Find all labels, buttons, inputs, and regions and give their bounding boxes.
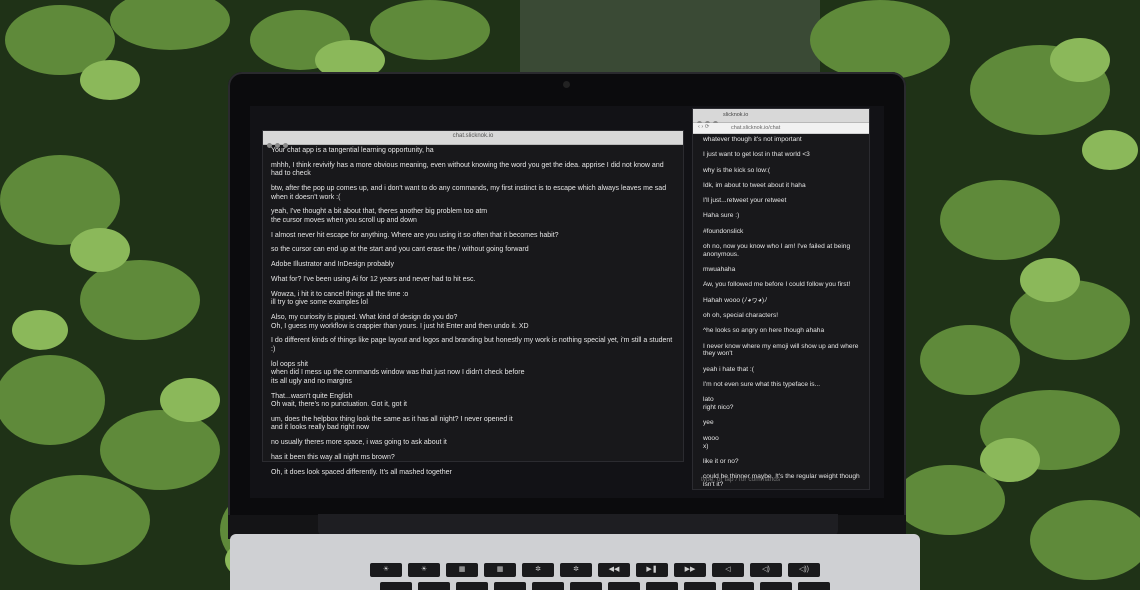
window-titlebar: slicknok.io <box>693 109 869 126</box>
chat-message: Aw, you followed me before I could follo… <box>703 281 851 289</box>
chat-message: has it been this way all night ms brown? <box>271 453 395 461</box>
chat-message: What for? I've been using Ai for 12 year… <box>271 276 476 284</box>
laptop-screen: chat.slicknok.io Your chat app is a tang… <box>250 106 884 498</box>
chat-message: yeah, I've thought a bit about that, the… <box>271 208 488 224</box>
key[interactable] <box>798 582 830 590</box>
key[interactable]: ▦ <box>446 563 478 577</box>
message-list: Your chat app is a tangential learning o… <box>263 145 683 477</box>
url-text[interactable]: chat.slicknok.io/chat <box>731 125 780 131</box>
chat-message: Hahah wooo (ﾉ◕ヮ◕)ﾉ <box>703 296 768 304</box>
key[interactable]: ▶▶ <box>674 563 706 577</box>
chat-window-left: chat.slicknok.io Your chat app is a tang… <box>262 130 684 476</box>
key[interactable] <box>532 582 564 590</box>
chat-message: why is the kick so low:( <box>703 166 771 174</box>
photo-scene: chat.slicknok.io Your chat app is a tang… <box>0 0 1140 590</box>
key[interactable]: ◁) <box>750 563 782 577</box>
webcam <box>563 81 570 88</box>
key[interactable] <box>494 582 526 590</box>
key[interactable] <box>380 582 412 590</box>
chat-message: I'll just...retweet your retweet <box>703 197 787 205</box>
chat-message: Your chat app is a tangential learning o… <box>271 147 434 154</box>
message-list: whatever though it's not important I jus… <box>693 134 869 489</box>
back-forward-icon[interactable]: ‹ › ⟳ <box>698 124 709 130</box>
key[interactable]: ☀ <box>408 563 440 577</box>
key[interactable] <box>570 582 602 590</box>
key[interactable] <box>646 582 678 590</box>
laptop-hinge <box>318 514 838 536</box>
chat-message: no usually theres more space, i was goin… <box>271 439 447 447</box>
browser-tab[interactable]: slicknok.io <box>723 112 748 118</box>
key[interactable]: ✲ <box>560 563 592 577</box>
chat-message: wooo x) <box>703 434 719 450</box>
chat-message: Wowza, i hit it to cancel things all the… <box>271 290 409 307</box>
key[interactable]: ✲ <box>522 563 554 577</box>
key[interactable] <box>722 582 754 590</box>
chat-message: ^he looks so angry on here though ahaha <box>703 327 825 335</box>
window-title: chat.slicknok.io <box>452 133 494 139</box>
chat-message: I do different kinds of things like page… <box>271 337 673 353</box>
chat-message: Also, my curiosity is piqued. What kind … <box>271 314 529 330</box>
chat-message: oh no, now you know who I am! I've faile… <box>703 243 851 258</box>
laptop-lid: chat.slicknok.io Your chat app is a tang… <box>228 72 906 522</box>
address-bar[interactable]: ‹ › ⟳ chat.slicknok.io/chat <box>693 123 869 134</box>
key[interactable] <box>456 582 488 590</box>
chat-message: I never know where my emoji will show up… <box>703 342 859 358</box>
chat-message: like it or no? <box>703 457 739 465</box>
chat-message: I just want to get lost in that world <3 <box>703 151 810 159</box>
key[interactable]: ◁)) <box>788 563 820 577</box>
key[interactable] <box>684 582 716 590</box>
chat-message: Oh, it does look spaced differently. It'… <box>271 468 452 476</box>
keyboard-number-row <box>380 582 840 590</box>
chat-message: Adobe Illustrator and InDesign probably <box>271 261 394 269</box>
chat-message: Idk, im about to tweet about it haha <box>703 181 806 189</box>
chat-message: btw, after the pop up comes up, and i do… <box>271 185 667 201</box>
chat-message: That...wasn't quite English Oh wait, the… <box>271 392 407 409</box>
chat-message: oh oh, special characters! <box>703 312 779 320</box>
chat-message: so the cursor can end up at the start an… <box>271 246 529 254</box>
keyboard-function-row: ☀ ☀ ▦ ▦ ✲ ✲ ◀◀ ▶❚ ▶▶ ◁ ◁) ◁)) <box>370 563 840 581</box>
chat-message: whatever though it's not important <box>703 136 802 143</box>
chat-input[interactable]: type, or tap / for commands <box>701 476 780 483</box>
chat-message: mwuahaha <box>703 266 736 274</box>
chat-message: um, does the helpbox thing look the same… <box>271 415 513 432</box>
chat-message: #foundonslick <box>703 227 744 235</box>
chat-message: mhhh, I think revivify has a more obviou… <box>271 161 664 178</box>
chat-message: Haha sure :) <box>703 212 740 220</box>
chat-message: lato right nico? <box>703 396 734 412</box>
chat-message: yeah i hate that :( <box>703 365 754 373</box>
key[interactable]: ◁ <box>712 563 744 577</box>
key[interactable] <box>760 582 792 590</box>
window-titlebar: chat.slicknok.io <box>263 131 683 148</box>
key[interactable]: ▶❚ <box>636 563 668 577</box>
key[interactable]: ☀ <box>370 563 402 577</box>
chat-message: lol oops shit when did I mess up the com… <box>271 360 525 385</box>
key[interactable]: ◀◀ <box>598 563 630 577</box>
key[interactable]: ▦ <box>484 563 516 577</box>
chat-window-right: slicknok.io ‹ › ⟳ chat.slicknok.io/chat … <box>692 108 870 490</box>
chat-message: I'm not even sure what this typeface is.… <box>703 381 821 389</box>
chat-message: yee <box>703 419 714 427</box>
key[interactable] <box>608 582 640 590</box>
key[interactable] <box>418 582 450 590</box>
chat-message: I almost never hit escape for anything. … <box>271 231 559 239</box>
